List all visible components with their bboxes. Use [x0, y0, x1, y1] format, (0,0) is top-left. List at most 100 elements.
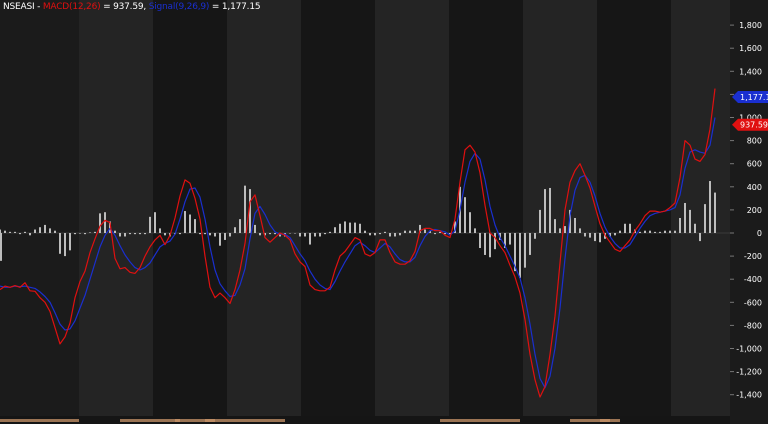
- histogram-bar[interactable]: [589, 233, 591, 238]
- histogram-bar[interactable]: [159, 228, 161, 233]
- histogram-bar[interactable]: [9, 231, 11, 233]
- histogram-bar[interactable]: [259, 233, 261, 236]
- histogram-bar[interactable]: [409, 230, 411, 233]
- histogram-bar[interactable]: [214, 233, 216, 237]
- histogram-bar[interactable]: [374, 233, 376, 236]
- histogram-bar[interactable]: [644, 230, 646, 233]
- histogram-bar[interactable]: [389, 233, 391, 237]
- histogram-bar[interactable]: [384, 231, 386, 233]
- histogram-bar[interactable]: [29, 233, 31, 236]
- histogram-bar[interactable]: [684, 202, 686, 233]
- histogram-bar[interactable]: [329, 231, 331, 233]
- histogram-bar[interactable]: [39, 227, 41, 233]
- histogram-bar[interactable]: [639, 231, 641, 233]
- histogram-bar[interactable]: [649, 230, 651, 233]
- histogram-bar[interactable]: [479, 233, 481, 249]
- histogram-bar[interactable]: [49, 228, 51, 233]
- histogram-bar[interactable]: [314, 233, 316, 237]
- histogram-bar[interactable]: [0, 233, 2, 261]
- histogram-bar[interactable]: [544, 189, 546, 233]
- histogram-bar[interactable]: [694, 223, 696, 233]
- histogram-bar[interactable]: [714, 192, 716, 233]
- histogram-bar[interactable]: [4, 230, 6, 233]
- histogram-bar[interactable]: [629, 223, 631, 233]
- histogram-bar[interactable]: [244, 185, 246, 233]
- histogram-bar[interactable]: [554, 219, 556, 233]
- histogram-bar[interactable]: [74, 233, 76, 235]
- histogram-bar[interactable]: [114, 230, 116, 233]
- histogram-bar[interactable]: [224, 233, 226, 240]
- histogram-bar[interactable]: [89, 232, 91, 233]
- histogram-bar[interactable]: [469, 212, 471, 233]
- histogram-bar[interactable]: [354, 222, 356, 233]
- histogram-bar[interactable]: [484, 233, 486, 255]
- histogram-bar[interactable]: [84, 233, 86, 235]
- histogram-bar[interactable]: [689, 209, 691, 233]
- histogram-bar[interactable]: [44, 224, 46, 233]
- histogram-bar[interactable]: [699, 233, 701, 242]
- histogram-bar[interactable]: [414, 230, 416, 233]
- histogram-bar[interactable]: [539, 209, 541, 233]
- histogram-bar[interactable]: [624, 223, 626, 233]
- histogram-bar[interactable]: [704, 204, 706, 233]
- histogram-bar[interactable]: [154, 212, 156, 233]
- histogram-bar[interactable]: [229, 233, 231, 237]
- histogram-bar[interactable]: [619, 230, 621, 233]
- histogram-bar[interactable]: [379, 233, 381, 235]
- histogram-bar[interactable]: [334, 227, 336, 233]
- histogram-bar[interactable]: [129, 233, 131, 235]
- histogram-bar[interactable]: [69, 233, 71, 251]
- histogram-bar[interactable]: [679, 217, 681, 233]
- histogram-bar[interactable]: [489, 233, 491, 258]
- histogram-bar[interactable]: [509, 233, 511, 245]
- histogram-bar[interactable]: [349, 222, 351, 233]
- histogram-bar[interactable]: [164, 233, 166, 236]
- histogram-bar[interactable]: [424, 229, 426, 233]
- histogram-bar[interactable]: [104, 212, 106, 233]
- histogram-bar[interactable]: [669, 230, 671, 233]
- histogram-bar[interactable]: [289, 233, 291, 234]
- histogram-bar[interactable]: [434, 233, 436, 235]
- histogram-bar[interactable]: [59, 233, 61, 254]
- histogram-bar[interactable]: [269, 233, 271, 235]
- histogram-bar[interactable]: [184, 211, 186, 233]
- histogram-bar[interactable]: [659, 231, 661, 233]
- histogram-bar[interactable]: [24, 231, 26, 233]
- histogram-bar[interactable]: [299, 233, 301, 237]
- histogram-bar[interactable]: [0, 229, 1, 233]
- histogram-bar[interactable]: [179, 233, 181, 235]
- histogram-bar[interactable]: [234, 227, 236, 233]
- histogram-bar[interactable]: [209, 233, 211, 236]
- histogram-bar[interactable]: [494, 233, 496, 250]
- histogram-bar[interactable]: [194, 219, 196, 233]
- histogram-bar[interactable]: [664, 230, 666, 233]
- histogram-bar[interactable]: [19, 233, 21, 235]
- histogram-bar[interactable]: [344, 221, 346, 233]
- histogram-bar[interactable]: [579, 228, 581, 233]
- histogram-bar[interactable]: [144, 233, 146, 235]
- histogram-bar[interactable]: [304, 233, 306, 237]
- histogram-bar[interactable]: [64, 233, 66, 257]
- histogram-bar[interactable]: [204, 233, 206, 235]
- histogram-bar[interactable]: [189, 214, 191, 233]
- histogram-bar[interactable]: [309, 233, 311, 245]
- histogram-bar[interactable]: [519, 233, 521, 279]
- histogram-bar[interactable]: [54, 230, 56, 233]
- histogram-bar[interactable]: [219, 233, 221, 246]
- histogram-bar[interactable]: [239, 219, 241, 233]
- histogram-bar[interactable]: [79, 233, 81, 234]
- macd-chart[interactable]: 1,8001,6001,4001,2001,0008006004002000-2…: [0, 0, 768, 424]
- histogram-bar[interactable]: [119, 233, 121, 237]
- histogram-bar[interactable]: [709, 181, 711, 233]
- histogram-bar[interactable]: [369, 233, 371, 236]
- histogram-bar[interactable]: [34, 229, 36, 233]
- histogram-bar[interactable]: [134, 233, 136, 235]
- histogram-bar[interactable]: [394, 233, 396, 237]
- histogram-bar[interactable]: [359, 223, 361, 233]
- histogram-bar[interactable]: [274, 233, 276, 235]
- histogram-bar[interactable]: [399, 233, 401, 236]
- histogram-bar[interactable]: [654, 231, 656, 233]
- histogram-bar[interactable]: [404, 230, 406, 233]
- histogram-bar[interactable]: [559, 228, 561, 233]
- histogram-bar[interactable]: [574, 217, 576, 233]
